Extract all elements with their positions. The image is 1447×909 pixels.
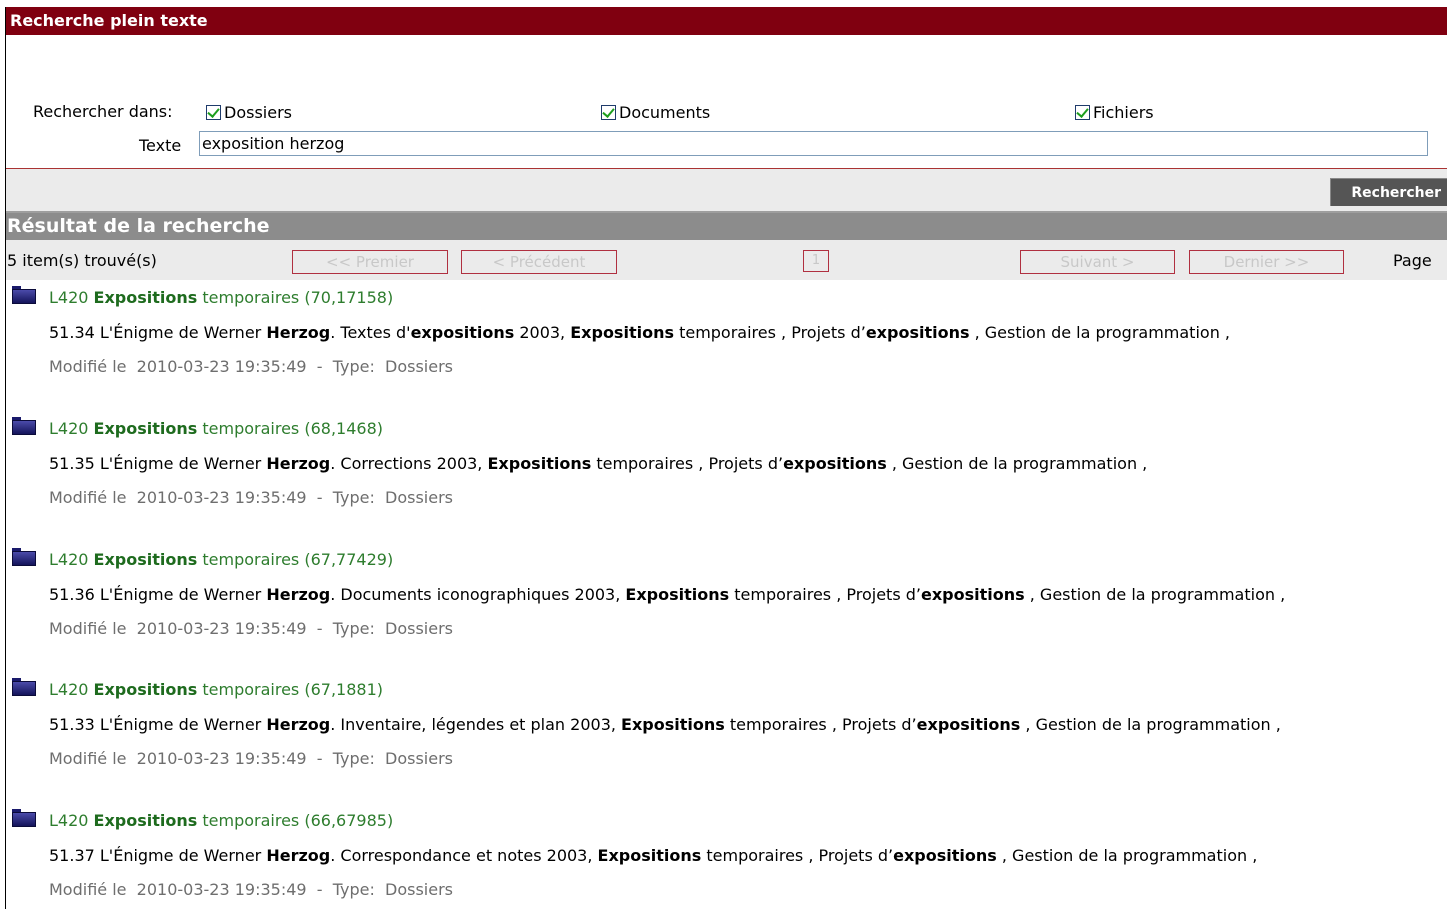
page-label: Page: [1393, 251, 1432, 270]
documents-checkbox-group[interactable]: Documents: [601, 103, 710, 122]
first-page-button[interactable]: << Premier: [292, 250, 448, 274]
result-title-link[interactable]: L420 Expositions temporaires (67,1881): [49, 680, 383, 699]
result-description: 51.36 L'Énigme de Werner Herzog. Documen…: [49, 585, 1286, 604]
search-text-input[interactable]: [199, 131, 1428, 156]
result-title-link[interactable]: L420 Expositions temporaires (70,17158): [49, 288, 393, 307]
result-description: 51.35 L'Énigme de Werner Herzog. Correct…: [49, 454, 1148, 473]
search-form: Rechercher dans: Dossiers Documents Fich…: [6, 35, 1447, 169]
last-page-button[interactable]: Dernier >>: [1189, 250, 1344, 274]
result-meta: Modifié le 2010-03-23 19:35:49 - Type: D…: [49, 749, 454, 768]
documents-checkbox[interactable]: [601, 105, 616, 120]
documents-checkbox-label: Documents: [619, 103, 711, 122]
result-description: 51.34 L'Énigme de Werner Herzog. Textes …: [49, 323, 1230, 342]
dossiers-checkbox[interactable]: [206, 105, 221, 120]
fichiers-checkbox[interactable]: [1075, 105, 1090, 120]
fichiers-checkbox-label: Fichiers: [1093, 103, 1154, 122]
current-page-number[interactable]: 1: [803, 250, 829, 272]
result-item: L420 Expositions temporaires (67,77429) …: [6, 542, 1436, 642]
fichiers-checkbox-group[interactable]: Fichiers: [1075, 103, 1154, 122]
search-in-label: Rechercher dans:: [33, 102, 173, 121]
result-description: 51.33 L'Énigme de Werner Herzog. Inventa…: [49, 715, 1281, 734]
result-title-link[interactable]: L420 Expositions temporaires (67,77429): [49, 550, 393, 569]
result-item: L420 Expositions temporaires (67,1881) 5…: [6, 672, 1436, 772]
folder-icon: [12, 678, 36, 696]
result-item: L420 Expositions temporaires (66,67985) …: [6, 803, 1436, 903]
previous-page-button[interactable]: < Précédent: [461, 250, 617, 274]
folder-icon: [12, 548, 36, 566]
dossiers-checkbox-group[interactable]: Dossiers: [206, 103, 292, 122]
result-meta: Modifié le 2010-03-23 19:35:49 - Type: D…: [49, 880, 454, 899]
action-bar: Rechercher: [6, 169, 1447, 213]
result-item: L420 Expositions temporaires (70,17158) …: [6, 280, 1436, 380]
result-description: 51.37 L'Énigme de Werner Herzog. Corresp…: [49, 846, 1258, 865]
search-panel: Recherche plein texte Rechercher dans: D…: [5, 7, 1447, 909]
folder-icon: [12, 417, 36, 435]
results-header: Résultat de la recherche: [6, 213, 1447, 240]
result-item: L420 Expositions temporaires (68,1468) 5…: [6, 411, 1436, 511]
result-meta: Modifié le 2010-03-23 19:35:49 - Type: D…: [49, 619, 454, 638]
result-meta: Modifié le 2010-03-23 19:35:49 - Type: D…: [49, 357, 454, 376]
folder-icon: [12, 286, 36, 304]
result-title-link[interactable]: L420 Expositions temporaires (68,1468): [49, 419, 383, 438]
results-count: 5 item(s) trouvé(s): [7, 251, 157, 270]
dossiers-checkbox-label: Dossiers: [224, 103, 292, 122]
result-meta: Modifié le 2010-03-23 19:35:49 - Type: D…: [49, 488, 454, 507]
search-header: Recherche plein texte: [6, 7, 1447, 35]
result-title-link[interactable]: L420 Expositions temporaires (66,67985): [49, 811, 393, 830]
text-label: Texte: [139, 136, 182, 155]
folder-icon: [12, 809, 36, 827]
pager: 5 item(s) trouvé(s) << Premier < Précéde…: [6, 240, 1447, 280]
search-button[interactable]: Rechercher: [1330, 178, 1447, 206]
next-page-button[interactable]: Suivant >: [1020, 250, 1175, 274]
